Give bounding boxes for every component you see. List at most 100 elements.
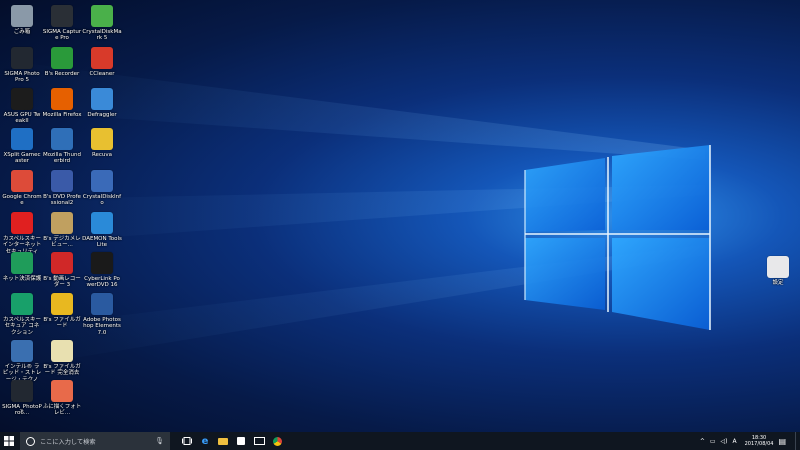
network-icon[interactable]: ▭ — [710, 438, 716, 445]
desktop-icon[interactable]: ふに描くフォトレビ... — [42, 380, 82, 417]
desktop-icon[interactable]: B's Recorder — [42, 47, 82, 77]
bs-file-erase-icon — [51, 340, 73, 362]
desktop-icon[interactable]: DAEMON Tools Lite — [82, 212, 122, 249]
desktop-icon[interactable]: カスペルスキー セキュア コネクション — [2, 293, 42, 336]
safe-money-icon — [11, 252, 33, 274]
desktop-icon[interactable]: 設定 — [758, 256, 798, 286]
desktop-icon[interactable]: ごみ箱 — [2, 5, 42, 35]
desktop-icon[interactable]: Google Chrome — [2, 170, 42, 207]
desktop-icon-label: CyberLink PowerDVD 16 — [84, 276, 120, 289]
desktop-icon-label: Recuva — [91, 152, 113, 158]
search-box[interactable]: ここに入力して検索 🎙 — [20, 432, 170, 450]
kaspersky-icon — [11, 212, 33, 234]
mail-icon — [253, 437, 265, 445]
desktop-icon-label: B's デジカメレビュー... — [43, 236, 81, 249]
bs-recorder-icon — [51, 47, 73, 69]
desktop-icon[interactable]: B's DVD Professional2 — [42, 170, 82, 207]
desktop-icon-label: SIGMA Capture Pro — [42, 29, 82, 42]
desktop-icon[interactable]: B's ファイルガード 完全消去 — [42, 340, 82, 377]
clock-date: 2017/08/04 — [744, 441, 774, 447]
powerdvd-icon — [91, 252, 113, 274]
desktop-icon[interactable]: SIGMA Photo Pro 5 — [2, 47, 42, 84]
chrome-icon — [11, 170, 33, 192]
thunderbird-icon — [51, 128, 73, 150]
windows-logo-icon — [4, 436, 14, 446]
desktop-icon-label: SIGMA_PhotoPro6... — [2, 404, 42, 417]
desktop-icon-label: CrystalDiskInfo — [82, 194, 122, 207]
bs-camera-review-icon — [51, 212, 73, 234]
desktop-icon[interactable]: SIGMA_PhotoPro6... — [2, 380, 42, 417]
desktop-icon-label: B's Recorder — [44, 71, 80, 77]
desktop-icon[interactable]: Recuva — [82, 128, 122, 158]
search-placeholder: ここに入力して検索 — [40, 438, 96, 446]
taskbar-explorer[interactable] — [214, 432, 232, 450]
desktop-icon[interactable]: B's ファイルガード — [42, 293, 82, 330]
clock[interactable]: 18:30 2017/08/04 — [745, 435, 774, 447]
desktop-icon[interactable]: CyberLink PowerDVD 16 — [82, 252, 122, 289]
desktop-icon[interactable]: B's デジカメレビュー... — [42, 212, 82, 249]
notification-center-icon[interactable]: ▤ — [778, 437, 786, 446]
desktop-icon[interactable]: CCleaner — [82, 47, 122, 77]
folder-icon — [218, 437, 228, 445]
taskbar-chrome[interactable] — [268, 432, 286, 450]
desktop-icon[interactable]: Defraggler — [82, 88, 122, 118]
secure-connection-icon — [11, 293, 33, 315]
taskbar-edge[interactable]: e — [196, 432, 214, 450]
intel-rst-icon — [11, 340, 33, 362]
bs-dvd-icon — [51, 170, 73, 192]
show-hidden-icons-button[interactable]: ^ — [700, 438, 705, 445]
sigma-photo-pro-icon — [11, 47, 33, 69]
photo-review-icon — [51, 380, 73, 402]
settings-file-icon — [767, 256, 789, 278]
desktop-icon-label: B's DVD Professional2 — [43, 194, 81, 207]
desktop-icon-label: B's ファイルガード — [43, 317, 81, 330]
bs-video-recorder-icon — [51, 252, 73, 274]
desktop: ごみ箱 SIGMA Photo Pro 5 ASUS GPU TweakII XSpl… — [0, 0, 800, 432]
desktop-icon[interactable]: B's 動画レコーダー 3 — [42, 252, 82, 289]
task-view-icon — [182, 437, 192, 445]
chrome-icon — [272, 436, 282, 446]
desktop-icon-label: DAEMON Tools Lite — [82, 236, 122, 249]
desktop-icon-label: ASUS GPU TweakII — [3, 112, 41, 125]
sigma-photo-pro6-icon — [11, 380, 33, 402]
taskbar-mail[interactable] — [250, 432, 268, 450]
show-desktop-button[interactable] — [795, 432, 800, 450]
edge-icon: e — [201, 435, 209, 447]
desktop-icon[interactable]: CrystalDiskInfo — [82, 170, 122, 207]
desktop-icon-label: B's ファイルガード 完全消去 — [43, 364, 81, 377]
store-icon — [237, 437, 245, 445]
photoshop-elements-icon — [91, 293, 113, 315]
daemon-tools-icon — [91, 212, 113, 234]
desktop-icon[interactable]: Adobe Photoshop Elements 7.0 — [82, 293, 122, 336]
taskbar: ここに入力して検索 🎙 e ^ ▭ ◁) A 18:30 2017/08/04 … — [0, 432, 800, 450]
desktop-icon[interactable]: ASUS GPU TweakII — [2, 88, 42, 125]
desktop-icon-label: Google Chrome — [2, 194, 42, 207]
desktop-icon[interactable]: Mozilla Firefox — [42, 88, 82, 118]
taskbar-store[interactable] — [232, 432, 250, 450]
volume-icon[interactable]: ◁) — [721, 438, 728, 445]
desktop-icon[interactable]: カスペルスキー インターネット セキュリティ — [2, 212, 42, 255]
microphone-icon[interactable]: 🎙 — [155, 437, 164, 445]
desktop-icon[interactable]: Mozilla Thunderbird — [42, 128, 82, 165]
start-button[interactable] — [0, 432, 18, 450]
crystaldiskinfo-icon — [91, 170, 113, 192]
recycle-bin-icon — [11, 5, 33, 27]
desktop-icon-label: Defraggler — [87, 112, 117, 118]
ime-indicator[interactable]: A — [733, 438, 737, 445]
recuva-icon — [91, 128, 113, 150]
desktop-icon[interactable]: ネット決済保護 — [2, 252, 42, 282]
firefox-icon — [51, 88, 73, 110]
desktop-icon-label: 設定 — [772, 280, 784, 286]
task-view-button[interactable] — [178, 432, 196, 450]
defraggler-icon — [91, 88, 113, 110]
xsplit-gamecaster-icon — [11, 128, 33, 150]
system-tray: ^ ▭ ◁) A 18:30 2017/08/04 ▤ — [695, 432, 786, 450]
asus-gpu-tweak-icon — [11, 88, 33, 110]
desktop-icon-label: SIGMA Photo Pro 5 — [4, 71, 40, 84]
desktop-icon-label: カスペルスキー セキュア コネクション — [2, 317, 42, 336]
desktop-icon-label: CrystalDiskMark 5 — [82, 29, 122, 42]
desktop-icon[interactable]: CrystalDiskMark 5 — [82, 5, 122, 42]
desktop-icon[interactable]: SIGMA Capture Pro — [42, 5, 82, 42]
desktop-icon-label: XSplit Gamecaster — [3, 152, 41, 165]
desktop-icon[interactable]: XSplit Gamecaster — [2, 128, 42, 165]
